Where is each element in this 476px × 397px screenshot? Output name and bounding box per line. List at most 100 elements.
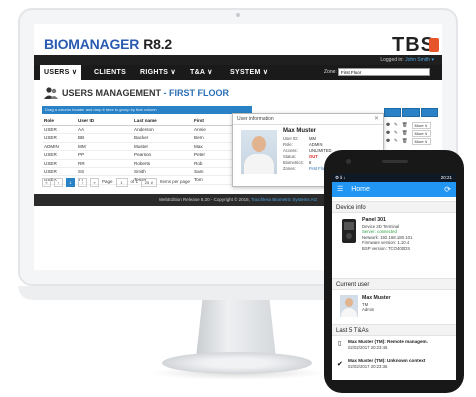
more-button[interactable]: More ∨: [411, 130, 431, 137]
device-network: Network: 192.168.180.101: [362, 234, 413, 240]
device-status: Server: connected: [362, 229, 397, 235]
phone-speaker: [382, 160, 408, 163]
delete-icon[interactable]: 🗑: [402, 122, 408, 129]
logged-in-info[interactable]: Logged in: John Smith ▾: [380, 55, 434, 65]
delete-icon[interactable]: 🗑: [402, 138, 408, 145]
export-button[interactable]: [420, 108, 438, 117]
current-user-name: Max Muster: [362, 295, 391, 301]
menu-users[interactable]: USERS ∨: [40, 65, 82, 80]
phone-app-bar: ☰ Home ⟳: [332, 182, 456, 197]
phone-screen: ⚙ ℹ ↓ 20:21 ☰ Home ⟳ Device info Panel 3…: [332, 174, 456, 380]
cell: USER: [44, 135, 57, 141]
cell: USER: [44, 127, 57, 132]
edit-icon[interactable]: ✎: [394, 122, 398, 129]
monitor-stand: [196, 300, 276, 358]
device-firmware: Firmware version: 1.10.4: [362, 240, 410, 246]
menu-ta[interactable]: T&A ∨: [190, 65, 213, 80]
page-label: Page: [102, 179, 113, 184]
next-page-button[interactable]: ›: [78, 177, 87, 187]
cell: ADMIN: [44, 143, 59, 149]
list-item[interactable]: Max Muster (TM): Remote managem. 02/02/2…: [348, 339, 428, 350]
device-type: Device 2D Terminal: [362, 223, 400, 229]
table-row[interactable]: ADMIN MM Muster Max: [42, 143, 252, 152]
delete-button[interactable]: [402, 108, 420, 117]
device-info-header: Device info: [332, 201, 456, 213]
cell: USER: [44, 152, 57, 158]
page-1-button[interactable]: 1: [66, 177, 75, 187]
close-icon[interactable]: ✕: [374, 114, 379, 124]
last-ta-header: Last 5 T&As: [332, 324, 456, 336]
cell: USER: [44, 168, 57, 174]
cell: SS: [78, 168, 85, 174]
terminal-icon: [342, 219, 356, 243]
cell: Smith: [134, 168, 146, 174]
items-per-page-label: Items per page: [160, 179, 191, 184]
edit-icon[interactable]: ✎: [394, 130, 398, 137]
action-toolbar: [384, 108, 438, 117]
per-page-select[interactable]: 25 ∨: [141, 177, 158, 187]
check-icon: ✔: [337, 361, 343, 368]
cell: RR: [78, 160, 85, 166]
cell: Pearson: [134, 152, 152, 158]
info-icon[interactable]: ❶: [386, 130, 390, 137]
add-user-button[interactable]: [384, 108, 402, 117]
table-row[interactable]: USER AA Anderson Annie: [42, 126, 252, 135]
field-value: ADMIN: [309, 142, 323, 147]
users-icon: [44, 87, 58, 99]
table-row[interactable]: USER PP Pearson Peter: [42, 151, 252, 160]
phone-camera: [346, 159, 351, 164]
menu-clients[interactable]: CLIENTS: [94, 65, 126, 80]
monitor-base: [162, 352, 312, 374]
edit-icon[interactable]: ✎: [394, 138, 398, 145]
table-row[interactable]: USER SS Smith Sam: [42, 168, 252, 177]
clipboard-icon: ▯: [338, 341, 342, 347]
logged-in-label: Logged in:: [380, 57, 404, 63]
avatar: [340, 295, 358, 317]
brand-logo[interactable]: BIOMANAGER R8.2: [44, 36, 172, 52]
prev-page-button[interactable]: ‹: [54, 177, 63, 187]
users-table: Role User ID Last name First USER AA Ander…: [42, 116, 252, 185]
list-item[interactable]: Max Muster (TM): Unknown context 02/02/2…: [348, 358, 425, 369]
logged-in-user[interactable]: John Smith ▾: [405, 57, 434, 63]
current-user-id: TM: [362, 301, 369, 307]
delete-icon[interactable]: 🗑: [402, 130, 408, 137]
page-title-zone: - FIRST FLOOR: [163, 88, 230, 98]
company-logo-mark: [429, 38, 439, 52]
brand-name: BIOMANAGER: [44, 36, 140, 52]
cell: PP: [78, 152, 85, 158]
menu-rights[interactable]: RIGHTS ∨: [140, 65, 176, 80]
page-of-label: of 1: [130, 179, 139, 184]
cell: Anderson: [134, 127, 154, 132]
cell: Muster: [134, 143, 149, 149]
info-icon[interactable]: ❶: [386, 138, 390, 145]
zone-select[interactable]: First Floor: [338, 68, 430, 76]
ta-text: Max Muster (TM): Remote managem.: [348, 339, 428, 344]
col-user-id[interactable]: User ID: [78, 116, 134, 125]
group-by-bar[interactable]: Drag a column header and drop it here to…: [42, 106, 252, 114]
cell: BB: [78, 135, 85, 141]
footer-link[interactable]: Touchless Biometric Systems AG: [251, 197, 317, 202]
row-actions: ❶ ✎ 🗑 More ∨: [386, 138, 431, 145]
more-button[interactable]: More ∨: [411, 122, 431, 129]
field-value: 6: [309, 160, 312, 165]
user-photo: [241, 130, 277, 174]
page-title: USERS MANAGEMENT - FIRST FLOOR: [62, 88, 229, 98]
table-row[interactable]: USER RR Roberts Rob: [42, 160, 252, 168]
menu-icon[interactable]: ☰: [337, 186, 343, 193]
page-input[interactable]: 1: [115, 177, 128, 187]
menu-system[interactable]: SYSTEM ∨: [230, 65, 268, 80]
table-row[interactable]: USER BB Backer Bern: [42, 134, 252, 143]
cell: Roberts: [134, 160, 151, 166]
ta-date: 02/02/2017 20:23:46: [348, 344, 388, 350]
info-icon[interactable]: ❶: [386, 122, 390, 129]
field-value: UNLIMITED: [309, 148, 332, 153]
more-button[interactable]: More ∨: [411, 138, 431, 145]
first-page-button[interactable]: «: [42, 177, 51, 187]
col-role[interactable]: Role: [42, 116, 78, 125]
ta-date: 02/02/2017 20:23:36: [348, 363, 388, 369]
col-last-name[interactable]: Last name: [134, 116, 194, 125]
refresh-icon[interactable]: ⟳: [444, 182, 451, 197]
last-page-button[interactable]: »: [90, 177, 99, 187]
status-badge: OUT: [309, 154, 318, 159]
table-header: Role User ID Last name First: [42, 116, 252, 126]
